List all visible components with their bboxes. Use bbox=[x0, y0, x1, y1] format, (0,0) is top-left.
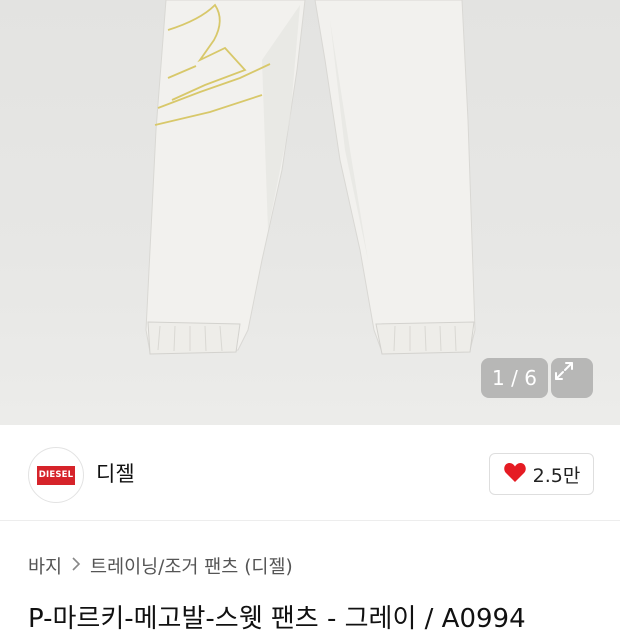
brand-name[interactable]: 디젤 bbox=[96, 458, 135, 488]
breadcrumb: 바지 트레이닝/조거 팬츠 (디젤) bbox=[28, 553, 293, 579]
product-image-gallery[interactable]: 1 / 6 bbox=[0, 0, 620, 425]
product-title: P-마르키-메고발-스웻 팬츠 - 그레이 / A0994 bbox=[28, 604, 526, 634]
like-count: 2.5만 bbox=[532, 464, 581, 487]
expand-button[interactable] bbox=[551, 358, 593, 398]
brand-row: DIESEL 디젤 2.5만 bbox=[0, 425, 620, 521]
like-button[interactable]: 2.5만 bbox=[489, 453, 594, 495]
image-counter: 1 / 6 bbox=[481, 358, 548, 398]
heart-icon bbox=[503, 461, 527, 487]
breadcrumb-item-subcategory[interactable]: 트레이닝/조거 팬츠 (디젤) bbox=[90, 553, 293, 579]
chevron-right-icon bbox=[71, 556, 81, 577]
brand-logo-badge: DIESEL bbox=[37, 465, 75, 485]
breadcrumb-item-category[interactable]: 바지 bbox=[28, 553, 62, 579]
brand-logo[interactable]: DIESEL bbox=[28, 447, 84, 503]
